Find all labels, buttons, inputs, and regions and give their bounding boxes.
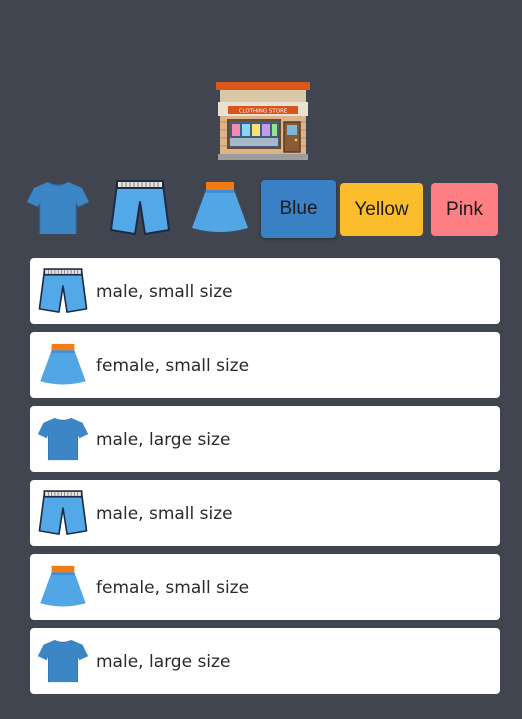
skirt-icon	[37, 340, 89, 390]
tshirt-filter-button[interactable]	[26, 178, 90, 238]
shorts-filter-button[interactable]	[108, 178, 172, 238]
shorts-icon	[108, 178, 172, 238]
list-item-label: male, large size	[96, 652, 231, 672]
clothing-list: male, small size female, small size male…	[30, 258, 500, 702]
list-item-label: female, small size	[96, 578, 250, 598]
tshirt-icon	[26, 178, 90, 238]
list-item-label: male, large size	[96, 430, 231, 450]
store-sign-text: CLOTHING STORE	[239, 109, 288, 115]
list-item[interactable]: male, large size	[30, 628, 500, 694]
list-item-label: male, small size	[96, 504, 233, 524]
tshirt-icon	[37, 414, 89, 464]
skirt-icon	[37, 562, 89, 612]
clothing-store-icon: CLOTHING STORE	[214, 80, 312, 164]
skirt-filter-button[interactable]	[188, 178, 252, 238]
list-item-label: female, small size	[96, 356, 250, 376]
skirt-icon	[188, 178, 252, 238]
filter-toolbar: Blue Yellow Pink	[26, 178, 500, 240]
list-item-label: male, small size	[96, 282, 233, 302]
list-item[interactable]: male, large size	[30, 406, 500, 472]
yellow-color-button[interactable]: Yellow	[340, 183, 423, 236]
shorts-icon	[37, 266, 89, 316]
blue-color-button[interactable]: Blue	[261, 180, 336, 238]
list-item[interactable]: male, small size	[30, 480, 500, 546]
shorts-icon	[37, 488, 89, 538]
list-item[interactable]: male, small size	[30, 258, 500, 324]
tshirt-icon	[37, 636, 89, 686]
list-item[interactable]: female, small size	[30, 554, 500, 620]
pink-color-button[interactable]: Pink	[431, 183, 498, 236]
list-item[interactable]: female, small size	[30, 332, 500, 398]
